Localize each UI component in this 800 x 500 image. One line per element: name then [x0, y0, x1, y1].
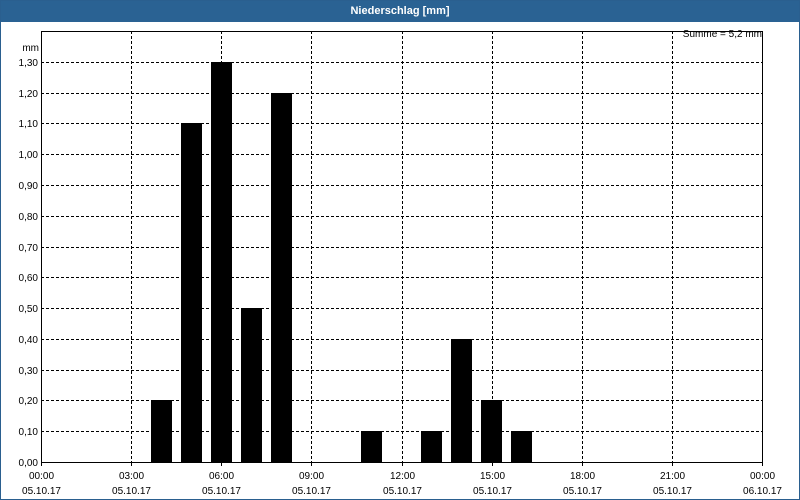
y-tick-label: 0,30: [19, 366, 39, 377]
x-tick-time: 09:00: [299, 471, 324, 482]
y-tick-label: 0,70: [19, 243, 39, 254]
x-tick-date: 05.10.17: [292, 486, 331, 497]
x-tick-date: 06.10.17: [743, 486, 782, 497]
x-tick-date: 05.10.17: [563, 486, 602, 497]
x-tick-time: 03:00: [119, 471, 144, 482]
precipitation-bar: [481, 400, 502, 462]
precipitation-bar: [361, 431, 382, 462]
x-tick-time: 15:00: [480, 471, 505, 482]
precipitation-bar: [271, 93, 292, 462]
bar-series: [151, 62, 532, 462]
x-tick-time: 00:00: [29, 471, 54, 482]
precipitation-bar: [211, 62, 232, 462]
y-tick-label: 1,30: [19, 58, 39, 69]
x-tick-time: 18:00: [570, 471, 595, 482]
y-tick-label: 0,10: [19, 427, 39, 438]
precipitation-bar: [151, 400, 172, 462]
precipitation-chart: 0,00 0,10 0,20 0,30 0,40 0,50 0,60 0,70 0,80 0,90…: [19, 29, 783, 497]
x-tick-date: 05.10.17: [22, 486, 61, 497]
precipitation-bar: [421, 431, 442, 462]
y-tick-label: 0,00: [19, 458, 39, 469]
chart-title: Niederschlag [mm]: [1, 1, 799, 22]
x-tick-time: 21:00: [660, 471, 685, 482]
precipitation-bar: [511, 431, 532, 462]
y-tick-label: 0,20: [19, 396, 39, 407]
y-tick-label: 0,80: [19, 212, 39, 223]
precipitation-bar: [241, 308, 262, 462]
y-tick-label: 1,00: [19, 150, 39, 161]
chart-window: Niederschlag [mm] 0,00 0,10 0,20 0,30 0,40 0,…: [0, 0, 800, 500]
y-tick-label: 1,20: [19, 89, 39, 100]
x-tick-date: 05.10.17: [202, 486, 241, 497]
y-tick-label: 0,90: [19, 181, 39, 192]
grid-lines: [41, 31, 762, 462]
y-axis-unit: mm: [22, 43, 39, 54]
x-tick-date: 05.10.17: [653, 486, 692, 497]
y-tick-label: 0,50: [19, 304, 39, 315]
x-tick-time: 12:00: [390, 471, 415, 482]
y-tick-label: 0,40: [19, 335, 39, 346]
y-tick-label: 1,10: [19, 119, 39, 130]
x-tick-date: 05.10.17: [473, 486, 512, 497]
x-tick-time: 00:00: [750, 471, 775, 482]
sum-label: Summe = 5,2 mm: [683, 29, 762, 40]
x-tick-time: 06:00: [209, 471, 234, 482]
x-tick-date: 05.10.17: [112, 486, 151, 497]
y-tick-label: 0,60: [19, 273, 39, 284]
precipitation-bar: [451, 339, 472, 462]
precipitation-bar: [181, 123, 202, 462]
x-tick-date: 05.10.17: [383, 486, 422, 497]
